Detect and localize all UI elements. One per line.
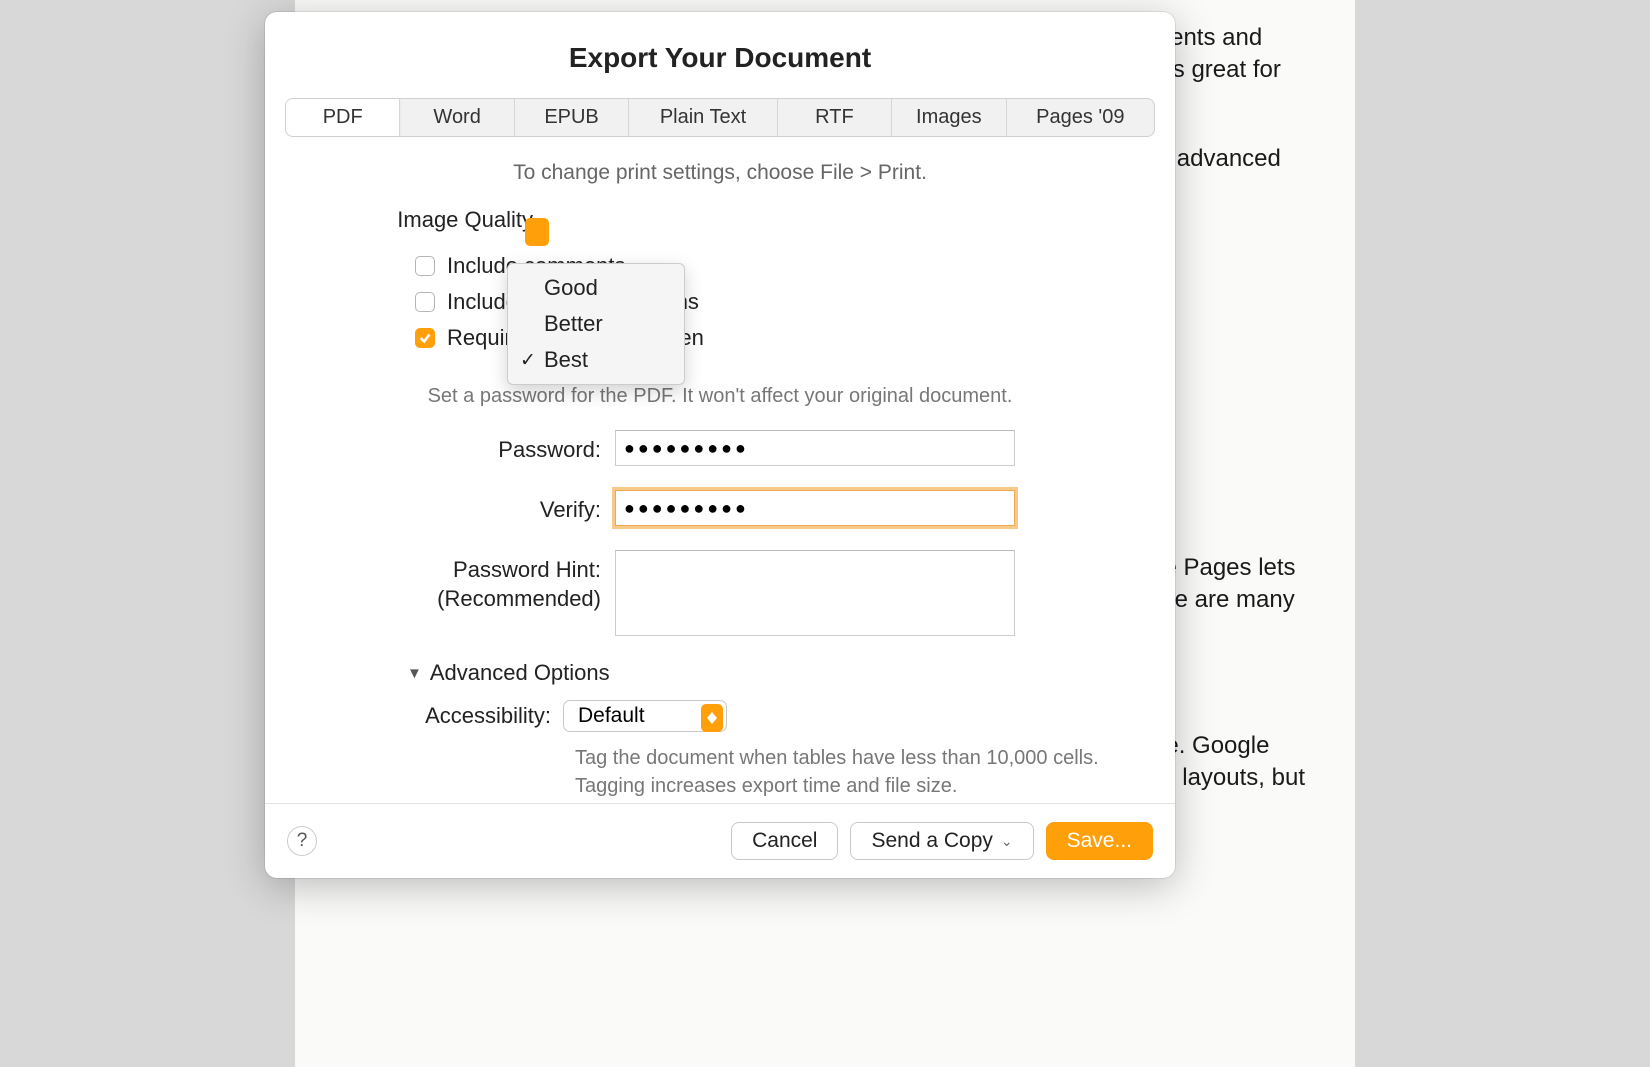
checkbox-unchecked-icon[interactable]	[415, 256, 435, 276]
tab-images[interactable]: Images	[892, 99, 1006, 136]
checkbox-checked-icon[interactable]	[415, 328, 435, 348]
send-a-copy-label: Send a Copy	[871, 829, 992, 853]
dialog-title: Export Your Document	[265, 12, 1175, 98]
tab-rtf[interactable]: RTF	[778, 99, 892, 136]
password-label: Password:	[295, 430, 615, 465]
tab-pdf[interactable]: PDF	[286, 99, 400, 136]
print-hint: To change print settings, choose File > …	[295, 161, 1145, 185]
export-dialog: Export Your Document PDF Word EPUB Plain…	[265, 12, 1175, 878]
dialog-footer: ? Cancel Send a Copy ⌄ Save...	[265, 803, 1175, 878]
dropdown-option-better[interactable]: Better	[508, 306, 684, 342]
image-quality-dropdown: Good Better ✓ Best	[507, 263, 685, 385]
dropdown-option-best[interactable]: ✓ Best	[508, 342, 684, 378]
tab-word[interactable]: Word	[400, 99, 514, 136]
advanced-options-label: Advanced Options	[430, 660, 610, 686]
chevron-down-icon: ⌄	[1001, 833, 1013, 850]
dropdown-option-good[interactable]: Good	[508, 270, 684, 306]
checkmark-icon: ✓	[520, 349, 536, 372]
accessibility-label: Accessibility:	[295, 703, 563, 729]
tab-epub[interactable]: EPUB	[515, 99, 629, 136]
dialog-body: To change print settings, choose File > …	[265, 161, 1175, 803]
accessibility-value: Default	[578, 704, 645, 728]
chevron-down-icon: ▼	[407, 665, 422, 682]
accessibility-select[interactable]: Default	[563, 700, 727, 732]
tab-pages-09[interactable]: Pages '09	[1007, 99, 1154, 136]
accessibility-note: Tag the document when tables have less t…	[575, 744, 1145, 800]
verify-field[interactable]	[615, 490, 1015, 526]
password-section-hint: Set a password for the PDF. It won't aff…	[295, 385, 1145, 408]
stepper-icon	[525, 218, 549, 246]
password-hint-field[interactable]	[615, 550, 1015, 636]
advanced-options-toggle[interactable]: ▼ Advanced Options	[407, 660, 1145, 686]
stepper-icon	[701, 704, 723, 732]
password-hint-label: Password Hint: (Recommended)	[295, 550, 615, 613]
checkbox-unchecked-icon[interactable]	[415, 292, 435, 312]
image-quality-label: Image Quality	[295, 207, 545, 233]
help-button[interactable]: ?	[287, 826, 317, 856]
tab-plain-text[interactable]: Plain Text	[629, 99, 777, 136]
verify-label: Verify:	[295, 490, 615, 525]
save-button[interactable]: Save...	[1046, 822, 1153, 860]
format-tabs: PDF Word EPUB Plain Text RTF Images Page…	[285, 98, 1155, 137]
send-a-copy-button[interactable]: Send a Copy ⌄	[850, 822, 1033, 860]
dropdown-option-label: Best	[544, 347, 588, 372]
password-field[interactable]	[615, 430, 1015, 466]
cancel-button[interactable]: Cancel	[731, 822, 838, 860]
